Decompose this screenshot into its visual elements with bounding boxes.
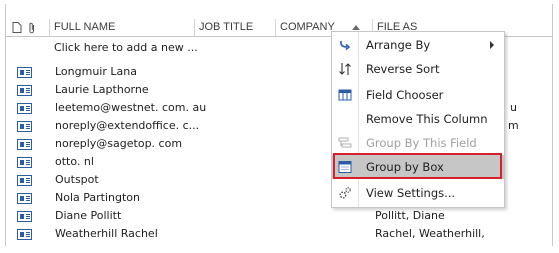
menu-item-group-by-field: Group By This Field — [332, 131, 504, 155]
contact-card-icon — [17, 139, 32, 150]
contact-full-name: Nola Partington — [55, 191, 140, 204]
contact-full-name: leetemo@westnet. com. au — [55, 101, 207, 114]
contact-card-icon — [17, 229, 32, 240]
column-job-title[interactable]: JOB TITLE — [194, 19, 275, 36]
column-context-menu: Arrange By Reverse Sort Field Chooser Re… — [331, 31, 505, 208]
contact-file-as: Pollitt, Diane — [375, 209, 445, 222]
contact-full-name: Laurie Lapthorne — [55, 83, 149, 96]
contact-full-name: noreply@extendoffice. c... — [55, 119, 200, 132]
contact-card-icon — [17, 193, 32, 204]
contact-full-name: noreply@sagetop. com — [55, 137, 183, 150]
contact-full-name: Outspot — [55, 173, 99, 186]
contact-row[interactable]: Weatherhill Rachel Rachel, Weatherhill, — [6, 226, 552, 244]
contact-full-name: Weatherhill Rachel — [55, 227, 158, 240]
view-settings-icon — [338, 186, 352, 200]
menu-item-label: Field Chooser — [366, 88, 444, 102]
submenu-arrow-icon — [490, 41, 494, 49]
contact-full-name: otto. nl — [55, 155, 94, 168]
contact-file-as: m — [508, 119, 519, 132]
group-by-field-icon — [338, 136, 352, 150]
highlight-annotation-box — [333, 153, 502, 179]
menu-item-label: Remove This Column — [366, 112, 488, 126]
menu-item-label: Group By This Field — [366, 136, 477, 150]
menu-item-field-chooser[interactable]: Field Chooser — [332, 83, 504, 107]
column-full-name[interactable]: FULL NAME — [49, 19, 194, 36]
menu-item-remove-column[interactable]: Remove This Column — [332, 107, 504, 131]
add-new-row[interactable]: Click here to add a new ... — [54, 41, 198, 54]
contact-card-icon — [17, 211, 32, 222]
attachment-icon[interactable] — [28, 22, 36, 37]
contact-row[interactable]: Diane Pollitt Pollitt, Diane — [6, 208, 552, 226]
reverse-sort-icon — [338, 62, 352, 76]
menu-item-label: Arrange By — [366, 38, 431, 52]
contact-card-icon — [17, 85, 32, 96]
field-chooser-icon — [338, 88, 352, 102]
sort-ascending-icon — [352, 25, 360, 30]
contact-card-icon — [17, 67, 32, 78]
contact-card-icon — [17, 121, 32, 132]
menu-item-view-settings[interactable]: View Settings... — [332, 181, 504, 205]
contact-file-as: u — [510, 101, 517, 114]
contact-full-name: Diane Pollitt — [55, 209, 122, 222]
contact-file-as: Rachel, Weatherhill, — [375, 227, 485, 240]
menu-item-reverse-sort[interactable]: Reverse Sort — [332, 57, 504, 81]
menu-item-label: View Settings... — [366, 186, 456, 200]
contact-card-icon — [17, 175, 32, 186]
contact-card-icon — [17, 157, 32, 168]
arrange-by-icon — [338, 38, 352, 52]
contact-full-name: Longmuir Lana — [55, 65, 137, 78]
menu-item-label: Reverse Sort — [366, 62, 440, 76]
menu-item-arrange-by[interactable]: Arrange By — [332, 33, 504, 57]
contact-card-icon — [17, 103, 32, 114]
document-icon[interactable] — [12, 22, 22, 36]
